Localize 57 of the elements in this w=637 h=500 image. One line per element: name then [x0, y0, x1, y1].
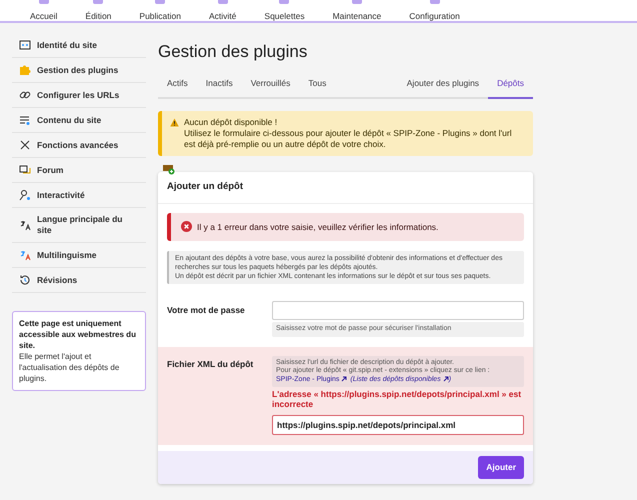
lang-icon [19, 219, 31, 231]
sidebar-item[interactable]: Langue principale du site [12, 208, 146, 243]
sidebar-item[interactable]: Configurer les URLs [12, 83, 146, 108]
tab[interactable]: Ajouter des plugins [398, 76, 488, 100]
nav-icon [218, 0, 228, 4]
sidebar-item[interactable]: Interactivité [12, 183, 146, 208]
tools-icon [19, 139, 31, 151]
sidebar-item[interactable]: Fonctions avancées [12, 133, 146, 158]
sidebar-item[interactable]: Révisions [12, 268, 146, 293]
error-message: Il y a 1 erreur dans votre saisie, veuillez vérifier les informations. [197, 220, 438, 234]
link-icon [19, 89, 31, 101]
tab[interactable]: Dépôts [488, 76, 533, 100]
nav-icon [352, 0, 362, 4]
url-field[interactable]: https://plugins.spip.net/depots/principal.xml [272, 415, 524, 436]
sidebar-item[interactable]: Identité du site [12, 33, 146, 58]
sidebar-item[interactable]: Gestion des plugins [12, 58, 146, 83]
sidebar-item[interactable]: Contenu du site [12, 108, 146, 133]
nav-icon [155, 0, 166, 4]
page-title: Gestion des plugins [158, 41, 308, 63]
nav-item[interactable]: Édition [85, 0, 112, 23]
puzzle-icon [19, 64, 31, 76]
field-label: Fichier XML du dépôt [167, 358, 254, 371]
nav-item[interactable]: Activité [209, 0, 236, 23]
tab[interactable]: Verrouillés [242, 76, 300, 100]
user-icon [19, 189, 31, 201]
nav-item[interactable]: Squelettes [264, 0, 305, 23]
nav-icon [279, 0, 290, 4]
tab[interactable]: Inactifs [196, 76, 242, 100]
history-icon [19, 274, 31, 286]
nav-icon [93, 0, 104, 4]
sidebar-item[interactable]: Forum [12, 158, 146, 183]
submit-button[interactable]: Ajouter [478, 456, 524, 479]
identity-icon [19, 39, 31, 51]
forum-icon [19, 164, 31, 176]
external-link-icon [442, 376, 449, 382]
warning-icon [170, 118, 179, 128]
tab[interactable]: Actifs [158, 76, 197, 100]
nav-item[interactable]: Accueil [30, 0, 58, 23]
password-field[interactable] [272, 300, 524, 320]
info-title: Cette page est uniquement accessible aux webmestres du site. [19, 318, 137, 351]
nav-item[interactable]: Publication [139, 0, 181, 23]
content-icon [19, 114, 31, 126]
warning-title: Aucun dépôt disponible ! [184, 117, 278, 128]
multilang-icon [19, 249, 31, 261]
tab[interactable]: Tous [299, 76, 336, 100]
field-error: L'adresse « https://plugins.spip.net/depots/principal.xml » est incorrecte [272, 389, 522, 410]
info-text: Elle permet l'ajout et l'actualisation des dépôts de plugins. [19, 351, 120, 384]
field-label: Votre mot de passe [167, 304, 246, 318]
external-link-icon [341, 376, 348, 382]
card-title: Ajouter un dépôt [158, 172, 533, 204]
nav-item[interactable]: Configuration [409, 0, 460, 23]
sidebar-item[interactable]: Multilinguisme [12, 243, 146, 268]
nav-icon [430, 0, 440, 4]
warning-text: Utilisez le formulaire ci-dessous pour ajouter le dépôt « SPIP-Zone - Plugins » dont l'url est déjà pré-remplie ou un autre dépôt de votre choix. [184, 128, 513, 150]
nav-icon [38, 0, 49, 4]
nav-item[interactable]: Maintenance [332, 0, 382, 23]
error-icon [181, 221, 192, 232]
